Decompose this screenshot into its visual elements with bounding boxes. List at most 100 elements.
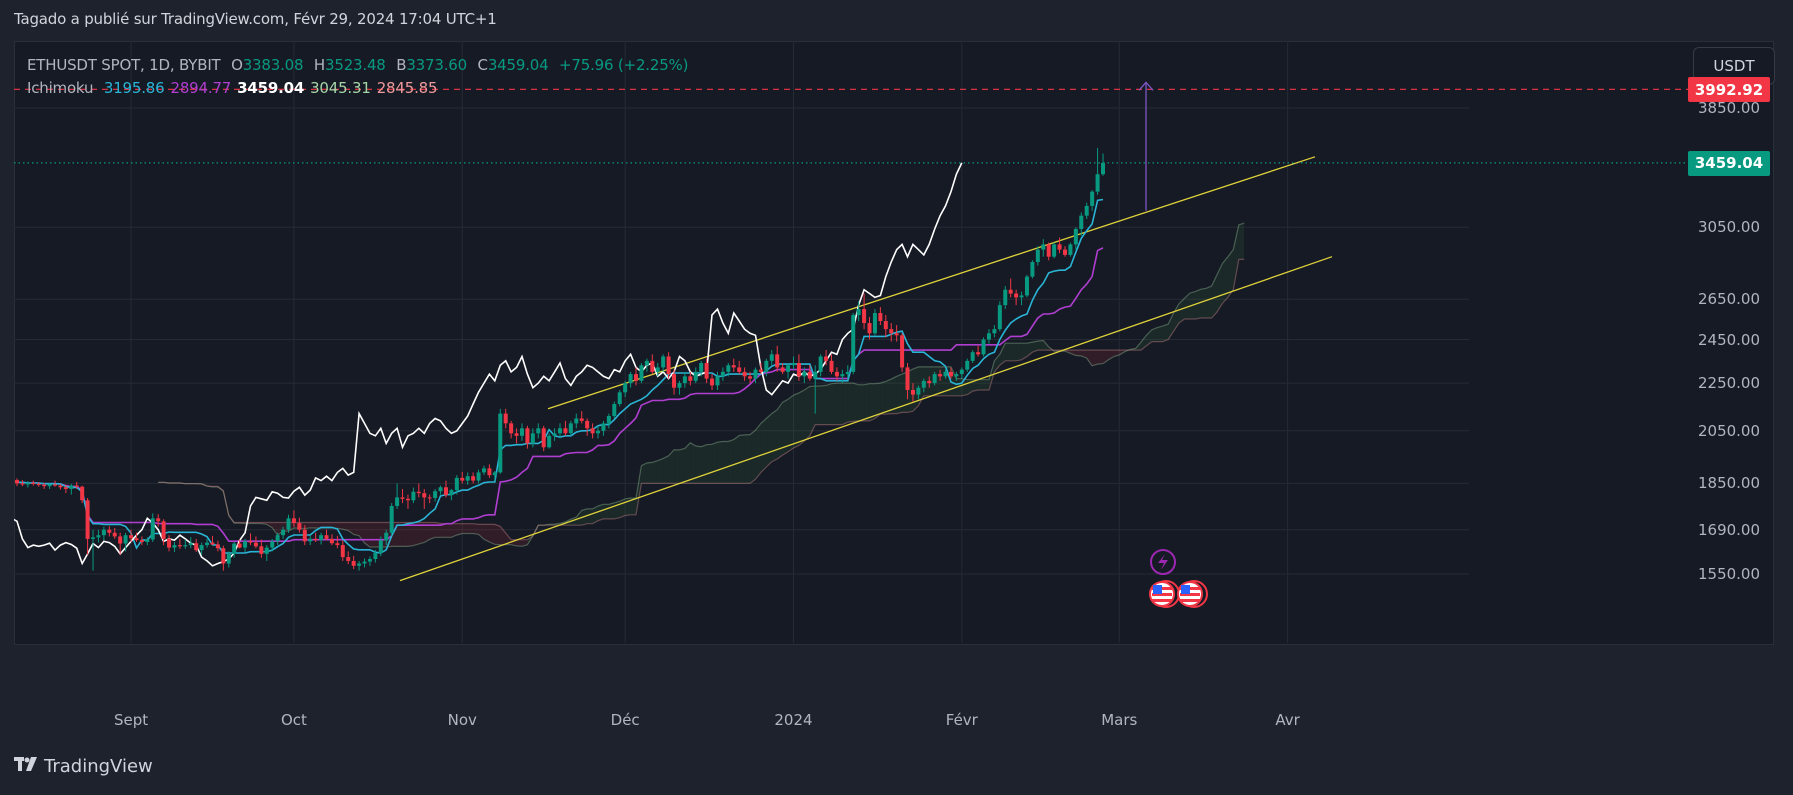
candle-body: [487, 468, 492, 476]
candle: [568, 420, 573, 436]
cloud-segment: [445, 523, 452, 538]
us-flag-event-icon[interactable]: [1177, 580, 1208, 608]
candle-body: [346, 557, 351, 561]
cloud-segment: [646, 462, 653, 484]
candle-body: [1062, 249, 1067, 255]
candle: [574, 413, 579, 429]
candle: [851, 313, 856, 375]
indicator-value: 3045.31: [310, 79, 371, 97]
candle-body: [389, 506, 394, 533]
time-axis-label: 2024: [774, 711, 813, 729]
candle-body: [1008, 289, 1013, 294]
cloud-segment: [1206, 285, 1212, 319]
candle-body: [123, 535, 128, 544]
candle: [422, 488, 427, 509]
candle-body: [411, 491, 416, 501]
candle-body: [1068, 244, 1073, 255]
low-label: B: [396, 56, 407, 74]
candle-body: [715, 376, 720, 386]
candle: [1095, 148, 1100, 195]
chart-canvas[interactable]: [14, 41, 1772, 643]
candle: [177, 538, 182, 549]
candle-body: [829, 360, 834, 372]
candle-body: [351, 560, 356, 566]
us-flag-event-icon[interactable]: [1149, 580, 1180, 608]
candle: [519, 423, 524, 441]
indicator-name[interactable]: Ichimoku: [27, 79, 93, 97]
candle-body: [1084, 205, 1089, 216]
candle: [976, 345, 981, 357]
candle: [150, 513, 155, 542]
symbol-label[interactable]: ETHUSDT SPOT, 1D, BYBIT: [27, 56, 221, 74]
price-axis-label: 2050.00: [1697, 421, 1761, 440]
cloud-segment: [728, 439, 734, 484]
candle: [253, 536, 258, 549]
cloud-segment: [777, 402, 783, 460]
candle-body: [997, 305, 1002, 330]
candle-body: [1041, 244, 1046, 250]
candle: [872, 309, 877, 336]
candle-body: [139, 540, 144, 542]
cloud-segment: [598, 504, 604, 521]
candle: [986, 329, 991, 344]
candle-body: [156, 518, 161, 522]
candle-body: [373, 552, 378, 560]
candle-body: [834, 371, 839, 377]
candle: [769, 350, 774, 366]
candle: [547, 433, 552, 449]
cloud-segment: [690, 442, 696, 484]
candle-body: [737, 367, 742, 372]
candle-body: [943, 371, 948, 377]
candle-body: [655, 367, 660, 372]
channel-lower-line[interactable]: [399, 256, 1333, 582]
ichimoku-lines: [14, 162, 1104, 567]
candle-body: [465, 476, 470, 481]
candle: [427, 494, 432, 504]
candle: [639, 363, 644, 384]
candle: [476, 469, 481, 484]
candle-body: [177, 545, 182, 547]
candle-body: [672, 374, 677, 388]
candle: [601, 420, 606, 436]
candle-body: [492, 472, 497, 476]
candle: [362, 558, 367, 568]
candle-body: [802, 371, 807, 377]
cloud-segment: [831, 383, 837, 425]
candle-body: [948, 371, 953, 377]
candle-body: [161, 521, 166, 539]
candle-body: [226, 553, 231, 564]
cloud-segment: [885, 379, 892, 415]
candle: [720, 367, 725, 381]
candle: [509, 420, 514, 439]
candle: [791, 356, 796, 370]
brand-name: TradingView: [44, 756, 153, 777]
indicator-value: 3459.04: [237, 79, 305, 97]
candle-body: [769, 354, 774, 361]
candle: [264, 545, 269, 561]
candle-body: [302, 529, 307, 542]
time-axis-label: Déc: [610, 711, 640, 729]
cloud-segment: [494, 524, 501, 545]
candle: [541, 425, 546, 452]
candle-body: [340, 545, 345, 558]
cloud-segment: [489, 524, 495, 545]
candle: [31, 480, 36, 486]
candle-body: [742, 371, 747, 377]
candle-body: [726, 365, 731, 372]
candle: [1041, 239, 1046, 257]
cloud-segment: [353, 522, 360, 536]
candle-body: [856, 309, 861, 316]
time-axis-label: Févr: [945, 711, 978, 729]
candle-body: [199, 545, 204, 551]
candle-body: [704, 363, 709, 379]
candle-body: [449, 490, 454, 496]
candle-body: [422, 493, 427, 498]
candle-body: [753, 369, 758, 379]
cloud-segment: [407, 522, 414, 547]
candle-body: [780, 367, 785, 372]
candle: [416, 483, 421, 498]
candle-body: [384, 532, 389, 541]
candle-body: [606, 416, 611, 424]
cloud-segment: [717, 441, 723, 484]
candle: [313, 532, 318, 542]
